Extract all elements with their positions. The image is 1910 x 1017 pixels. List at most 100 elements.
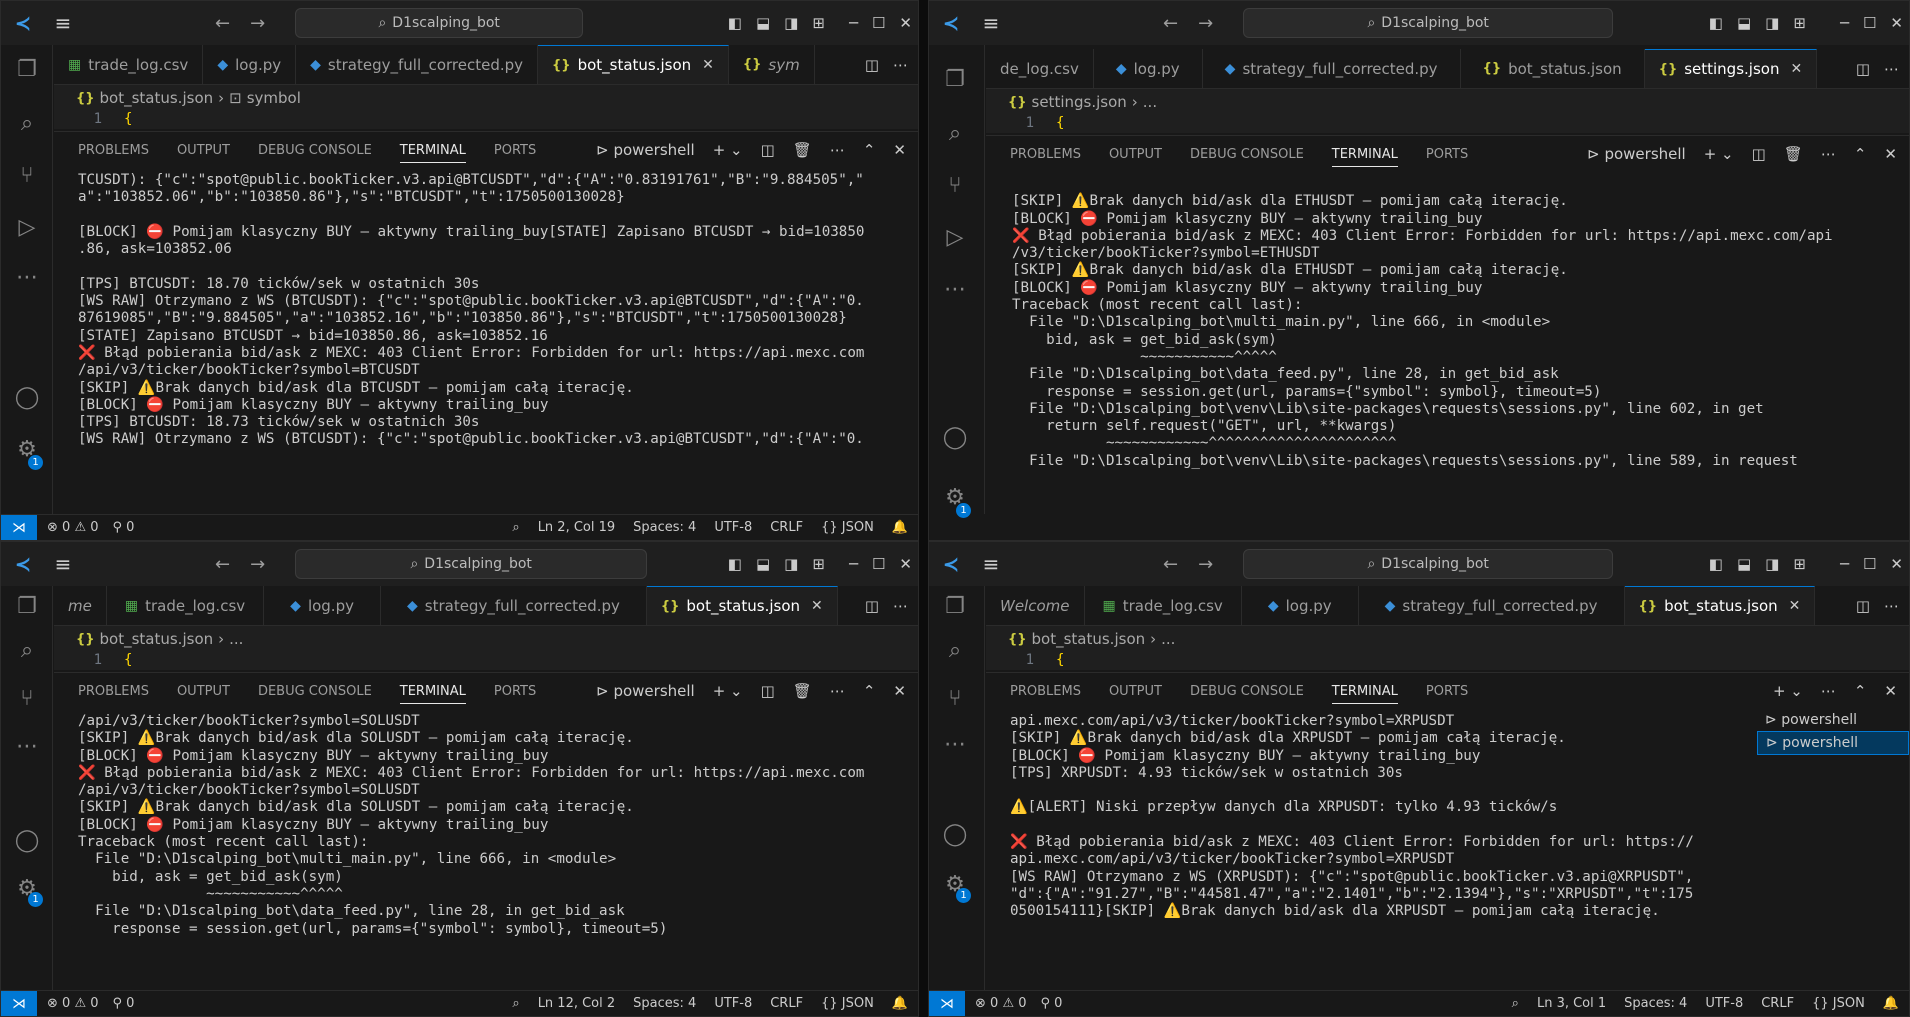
- more-actions-icon[interactable]: ⋯: [1884, 597, 1899, 615]
- settings-gear-icon[interactable]: ⚙: [1, 437, 53, 462]
- new-terminal-icon[interactable]: + ⌄: [713, 141, 743, 159]
- search-icon[interactable]: ⌕: [1, 111, 53, 136]
- indentation[interactable]: Spaces: 4: [633, 996, 696, 1011]
- zoom-icon[interactable]: ⌕: [1512, 996, 1519, 1011]
- maximize-panel-icon[interactable]: ⌃: [1854, 682, 1867, 700]
- breadcrumb-file[interactable]: bot_status.json: [100, 89, 214, 107]
- new-terminal-icon[interactable]: + ⌄: [1773, 682, 1803, 700]
- maximize-icon[interactable]: ☐: [1863, 14, 1876, 32]
- search-icon[interactable]: ⌕: [1, 638, 53, 663]
- editor-line[interactable]: 1{: [54, 652, 918, 670]
- toggle-panel-icon[interactable]: ⬓: [756, 555, 770, 573]
- forward-arrow-icon[interactable]: →: [1198, 554, 1213, 575]
- problems-indicator[interactable]: ⊗ 0 ⚠ 0: [975, 996, 1027, 1011]
- settings-gear-icon[interactable]: ⚙: [1, 876, 53, 901]
- run-debug-icon[interactable]: ▷: [929, 225, 981, 250]
- cursor-position[interactable]: Ln 3, Col 1: [1537, 996, 1606, 1011]
- language-mode[interactable]: {} JSON: [821, 996, 874, 1011]
- tab-ports[interactable]: PORTS: [1426, 684, 1468, 699]
- toggle-secondary-sidebar-icon[interactable]: ◨: [784, 555, 798, 573]
- tab-problems[interactable]: PROBLEMS: [1010, 684, 1081, 699]
- language-mode[interactable]: {} JSON: [1812, 996, 1865, 1011]
- tab-debug-console[interactable]: DEBUG CONSOLE: [1190, 147, 1304, 162]
- indentation[interactable]: Spaces: 4: [633, 520, 696, 535]
- tab-problems[interactable]: PROBLEMS: [78, 143, 149, 158]
- tab-strategy[interactable]: ◆ strategy_full_corrected.py: [296, 45, 539, 84]
- terminal-shell-selector[interactable]: ⊳ powershell: [596, 682, 695, 700]
- forward-arrow-icon[interactable]: →: [250, 554, 265, 575]
- maximize-panel-icon[interactable]: ⌃: [863, 682, 876, 700]
- cursor-position[interactable]: Ln 12, Col 2: [538, 996, 615, 1011]
- close-panel-icon[interactable]: ✕: [1884, 145, 1897, 163]
- maximize-panel-icon[interactable]: ⌃: [863, 141, 876, 159]
- tab-problems[interactable]: PROBLEMS: [78, 684, 149, 699]
- trash-icon[interactable]: 🗑: [793, 682, 812, 700]
- close-panel-icon[interactable]: ✕: [893, 141, 906, 159]
- bell-icon[interactable]: 🔔: [1883, 996, 1899, 1011]
- tab-terminal[interactable]: TERMINAL: [399, 143, 466, 163]
- minimize-icon[interactable]: ─: [849, 14, 858, 32]
- tab-strategy[interactable]: ◆ strategy_full_corrected.py: [381, 586, 647, 625]
- toggle-panel-icon[interactable]: ⬓: [756, 14, 770, 32]
- tab-strategy[interactable]: ◆ strategy_full_corrected.py: [1359, 586, 1625, 625]
- terminal-output[interactable]: api.mexc.com/api/v3/ticker/bookTicker?sy…: [1010, 713, 1739, 990]
- more-icon[interactable]: ⋯: [929, 277, 981, 302]
- tab-output[interactable]: OUTPUT: [177, 684, 230, 699]
- tab-bot-status[interactable]: {} bot_status.json ✕: [646, 586, 838, 625]
- tab-welcome[interactable]: Welcome: [986, 586, 1085, 625]
- source-control-icon[interactable]: ⑂: [1, 163, 53, 188]
- breadcrumb-file[interactable]: bot_status.json: [100, 630, 214, 648]
- command-center-search[interactable]: ⌕ D1scalping_bot: [295, 549, 648, 579]
- explorer-icon[interactable]: ❐: [929, 594, 981, 619]
- problems-indicator[interactable]: ⊗ 0 ⚠ 0: [47, 996, 99, 1011]
- breadcrumb-symbol[interactable]: symbol: [247, 89, 301, 107]
- source-control-icon[interactable]: ⑂: [929, 686, 981, 711]
- split-terminal-icon[interactable]: ◫: [761, 141, 775, 159]
- line-ending[interactable]: CRLF: [1761, 996, 1794, 1011]
- close-tab-icon[interactable]: ✕: [1790, 61, 1802, 77]
- zoom-icon[interactable]: ⌕: [512, 520, 519, 535]
- search-icon[interactable]: ⌕: [929, 638, 981, 663]
- breadcrumb-file[interactable]: bot_status.json: [1032, 630, 1146, 648]
- more-icon[interactable]: ⋯: [1821, 682, 1836, 700]
- tab-settings[interactable]: {} settings.json ✕: [1644, 49, 1818, 88]
- explorer-icon[interactable]: ❐: [1, 594, 53, 619]
- toggle-secondary-sidebar-icon[interactable]: ◨: [784, 14, 798, 32]
- tab-trade-log[interactable]: de_log.csv: [986, 49, 1094, 88]
- terminal-output[interactable]: /api/v3/ticker/bookTicker?symbol=SOLUSDT…: [78, 713, 902, 990]
- close-window-icon[interactable]: ✕: [1890, 14, 1903, 32]
- new-terminal-icon[interactable]: + ⌄: [1704, 145, 1734, 163]
- tab-ports[interactable]: PORTS: [1426, 147, 1468, 162]
- new-terminal-icon[interactable]: + ⌄: [713, 682, 743, 700]
- tab-terminal[interactable]: TERMINAL: [1331, 147, 1398, 167]
- terminal-output[interactable]: TCUSDT): {"c":"spot@public.bookTicker.v3…: [78, 172, 902, 514]
- split-editor-icon[interactable]: ◫: [865, 597, 879, 615]
- close-window-icon[interactable]: ✕: [899, 14, 912, 32]
- command-center-search[interactable]: ⌕ D1scalping_bot: [295, 8, 584, 38]
- back-arrow-icon[interactable]: ←: [1163, 13, 1178, 34]
- editor-line[interactable]: 1{: [54, 111, 918, 129]
- explorer-icon[interactable]: ❐: [929, 67, 981, 92]
- language-mode[interactable]: {} JSON: [821, 520, 874, 535]
- tab-debug-console[interactable]: DEBUG CONSOLE: [258, 143, 372, 158]
- minimize-icon[interactable]: ─: [849, 555, 858, 573]
- tab-strategy[interactable]: ◆ strategy_full_corrected.py: [1203, 49, 1461, 88]
- search-icon[interactable]: ⌕: [929, 121, 981, 146]
- maximize-icon[interactable]: ☐: [872, 555, 885, 573]
- toggle-secondary-sidebar-icon[interactable]: ◨: [1765, 555, 1779, 573]
- breadcrumb-symbol[interactable]: ...: [229, 630, 243, 648]
- maximize-panel-icon[interactable]: ⌃: [1854, 145, 1867, 163]
- split-editor-icon[interactable]: ◫: [1856, 597, 1870, 615]
- more-icon[interactable]: ⋯: [1821, 145, 1836, 163]
- split-terminal-icon[interactable]: ◫: [1752, 145, 1766, 163]
- breadcrumb-symbol[interactable]: ...: [1161, 630, 1175, 648]
- toggle-sidebar-icon[interactable]: ◧: [1709, 14, 1723, 32]
- breadcrumb-symbol[interactable]: ...: [1143, 93, 1157, 111]
- customize-layout-icon[interactable]: ⊞: [812, 14, 825, 32]
- toggle-sidebar-icon[interactable]: ◧: [728, 555, 742, 573]
- ports-indicator[interactable]: ⚲ 0: [113, 996, 135, 1011]
- toggle-secondary-sidebar-icon[interactable]: ◨: [1765, 14, 1779, 32]
- back-arrow-icon[interactable]: ←: [215, 554, 230, 575]
- toggle-sidebar-icon[interactable]: ◧: [728, 14, 742, 32]
- indentation[interactable]: Spaces: 4: [1624, 996, 1687, 1011]
